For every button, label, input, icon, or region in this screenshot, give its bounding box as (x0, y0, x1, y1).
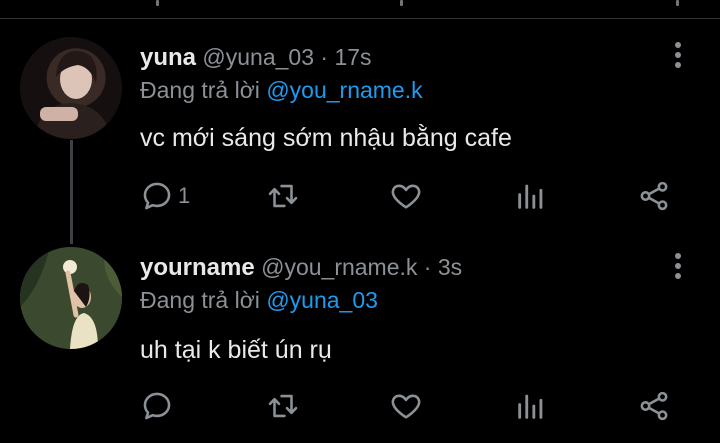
share-button[interactable] (637, 388, 671, 424)
handle[interactable]: @yuna_03 (202, 44, 314, 70)
tweet[interactable]: yourname @you_rname.k · 3s Đang trả lời … (0, 220, 720, 443)
reply-mention-link[interactable]: @yuna_03 (266, 287, 378, 313)
heart-icon (391, 394, 421, 419)
separator: · (320, 44, 329, 70)
reply-count: 1 (178, 183, 191, 208)
tweet[interactable]: yuna @yuna_03 · 17s Đang trả lời @you_rn… (0, 0, 720, 220)
avatar-photo (20, 247, 122, 349)
retweet-icon (268, 184, 298, 208)
avatar[interactable] (20, 37, 122, 139)
reply-prefix: Đang trả lời (140, 77, 260, 103)
tweet-header: yourname @you_rname.k · 3s (140, 254, 462, 282)
retweet-button[interactable] (266, 178, 300, 214)
more-options-icon[interactable] (668, 40, 688, 70)
timestamp[interactable]: 17s (334, 44, 371, 70)
reply-button[interactable]: 1 (140, 178, 190, 214)
reply-icon (143, 392, 171, 420)
reply-button[interactable] (140, 388, 178, 424)
more-options-icon[interactable] (668, 251, 688, 281)
reply-icon (143, 182, 171, 210)
share-icon (640, 391, 668, 421)
share-button[interactable] (637, 178, 671, 214)
reply-mention-link[interactable]: @you_rname.k (266, 77, 422, 103)
analytics-icon (518, 394, 543, 419)
avatar-photo (34, 50, 112, 139)
retweet-button[interactable] (266, 388, 300, 424)
analytics-icon (518, 184, 543, 209)
like-button[interactable] (389, 388, 423, 424)
analytics-button[interactable] (514, 388, 548, 424)
retweet-icon (268, 394, 298, 418)
timestamp[interactable]: 3s (438, 254, 462, 280)
replying-to: Đang trả lời @yuna_03 (140, 287, 378, 314)
tweet-actions: 1 (0, 178, 720, 214)
tweet-text: vc mới sáng sớm nhậu bằng cafe (140, 124, 512, 152)
analytics-button[interactable] (514, 178, 548, 214)
display-name[interactable]: yuna (140, 44, 196, 71)
separator: · (423, 254, 432, 280)
replying-to: Đang trả lời @you_rname.k (140, 77, 423, 104)
share-icon (640, 181, 668, 211)
display-name[interactable]: yourname (140, 254, 255, 281)
tweet-actions (0, 388, 720, 424)
like-button[interactable] (389, 178, 423, 214)
tweet-text: uh tại k biết ún rụ (140, 336, 332, 364)
avatar[interactable] (20, 247, 122, 349)
heart-icon (391, 184, 421, 209)
reply-prefix: Đang trả lời (140, 287, 260, 313)
tweet-header: yuna @yuna_03 · 17s (140, 44, 372, 72)
handle[interactable]: @you_rname.k (261, 254, 417, 280)
